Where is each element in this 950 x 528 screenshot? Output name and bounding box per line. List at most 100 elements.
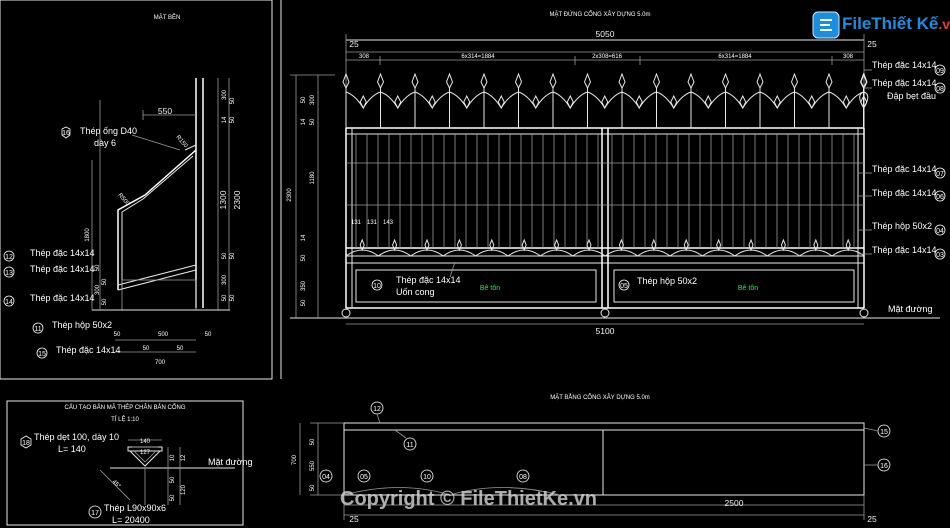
elevation-title: MẶT ĐỨNG CỔNG XÂY DỰNG 5.0m xyxy=(549,11,650,18)
detail-dim-2: 10 xyxy=(170,454,176,461)
top-arch xyxy=(656,91,692,109)
side-dim-bottom-0: 50 xyxy=(114,332,121,338)
side-section-frame xyxy=(0,0,273,380)
plan-edge-left: 25 xyxy=(349,514,359,524)
elev-dim-left-2: 14 xyxy=(301,118,307,125)
side-dim-left-3: 300 xyxy=(95,284,101,295)
svg-text:12: 12 xyxy=(5,254,13,261)
plan-overall-bottom: 2500 xyxy=(725,498,744,508)
elevation-seg-3: 6x314=1884 xyxy=(718,54,752,60)
arch-spear-icon xyxy=(497,94,505,110)
plan-edge-right: 25 xyxy=(867,514,877,524)
copyright-watermark: Copyright © FileThietKe.vn xyxy=(340,488,597,510)
finial-icon xyxy=(376,72,385,90)
side-label-16-line1: Thép ống D40 xyxy=(80,126,137,136)
elev-dim-left-8: 350 xyxy=(301,280,307,291)
top-arch xyxy=(587,91,623,109)
side-dim-right-1: 2300 xyxy=(232,190,242,209)
finial-icon xyxy=(687,72,695,90)
detail-incline: 45° xyxy=(111,479,122,490)
plan-title: MẶT BẰNG CỔNG XÂY DỰNG 5.0m xyxy=(550,393,650,401)
side-dim-right-3: 50 xyxy=(230,252,236,259)
plan-tag-08: 08 xyxy=(516,469,530,483)
detail-drawing xyxy=(99,439,235,505)
svg-text:Thép đặc 14x14: Thép đặc 14x14 xyxy=(30,248,95,258)
detail-dim-6: 50 xyxy=(170,494,176,501)
svg-text:15: 15 xyxy=(880,429,888,436)
plan-tag-15: 15 xyxy=(863,424,891,438)
finial-icon xyxy=(549,72,557,90)
side-section-title: MẶT BÊN xyxy=(154,13,181,21)
elevation-seg-0: 308 xyxy=(359,54,370,60)
elev-label-06: Thép đặc 14x14 06 xyxy=(872,188,946,202)
detail-label-17-line2: L= 20400 xyxy=(112,515,150,525)
top-arch xyxy=(828,91,864,109)
detail-ground: Mặt đường xyxy=(208,457,252,467)
elev-dim-mid-0: 131 xyxy=(351,220,362,226)
panel-label-right: Bê tôn xyxy=(738,285,758,292)
elev-dim-mid-1: 131 xyxy=(367,220,378,226)
svg-text:08: 08 xyxy=(519,474,527,481)
elevation-dims-top xyxy=(345,34,865,310)
plan-tag-10: 10 xyxy=(420,469,434,483)
plan-dim-left-1: 700 xyxy=(292,454,298,465)
svg-text:Thép đặc 14x14: Thép đặc 14x14 xyxy=(30,293,95,303)
gate-pickets xyxy=(355,134,855,248)
side-label-15: 15 Thép đặc 14x14 xyxy=(36,345,121,359)
arch-spear-icon xyxy=(704,94,712,110)
side-dim-bottom-4: 50 xyxy=(177,346,184,352)
elevation-overall-top: 5050 xyxy=(596,29,615,39)
svg-text:10: 10 xyxy=(373,283,381,290)
svg-text:Thép hộp 50x2: Thép hộp 50x2 xyxy=(637,276,697,286)
side-incline-0: R150 xyxy=(174,134,188,149)
elev-label-04: Thép hộp 50x2 04 xyxy=(872,221,946,236)
top-arch xyxy=(380,91,416,109)
side-label-13: 13 Thép đặc 14x14 xyxy=(3,264,95,278)
elev-dim-left-3: 50 xyxy=(310,118,316,125)
svg-text:15: 15 xyxy=(38,351,46,358)
top-arch xyxy=(345,91,381,109)
side-dim-right-0: 1300 xyxy=(218,190,228,209)
detail-dim-5: 120 xyxy=(181,484,187,495)
side-dim-bottom-1: 500 xyxy=(158,332,169,338)
elev-label-10-line1: Thép đặc 14x14 xyxy=(396,275,461,285)
logo-suffix: .vn xyxy=(938,16,950,32)
plan-tag-04: 04 xyxy=(319,469,333,483)
svg-text:Thép đặc 14x14: Thép đặc 14x14 xyxy=(872,245,937,255)
detail-label-18-line1: Thép dẹt 100, dày 10 xyxy=(34,432,119,442)
svg-text:11: 11 xyxy=(34,326,41,333)
logo-word2: Thiết Kế xyxy=(871,14,939,33)
plan-tag-11: 11 xyxy=(394,429,417,451)
plan-dim-left-2: 550 xyxy=(310,460,316,471)
side-dim-top-2: 50 xyxy=(230,97,236,104)
gate-top-arches xyxy=(345,91,869,110)
side-dim-right-6: 50 xyxy=(230,294,236,301)
top-arch xyxy=(759,91,795,109)
arch-spear-icon xyxy=(842,94,850,110)
elev-dim-left-6: 14 xyxy=(301,234,307,241)
side-label-16-line2: dày 6 xyxy=(94,138,116,148)
svg-text:Thép đặc 14x14: Thép đặc 14x14 xyxy=(30,264,95,274)
detail-dim-4: 50 xyxy=(170,476,176,483)
arch-spear-icon xyxy=(394,94,402,110)
finial-icon xyxy=(583,72,592,90)
svg-text:Thép đặc 14x14: Thép đặc 14x14 xyxy=(56,345,121,355)
side-dim-bottom-5: 700 xyxy=(155,360,166,366)
gate-finials xyxy=(342,72,868,128)
svg-text:Thép hộp 50x2: Thép hộp 50x2 xyxy=(52,320,112,330)
side-dim-right-4: 300 xyxy=(222,274,228,285)
svg-text:17: 17 xyxy=(91,510,99,517)
top-arch xyxy=(794,91,830,109)
detail-dim-0: 140 xyxy=(140,439,151,445)
detail-label-18-line2: L= 140 xyxy=(58,444,86,454)
elev-dim-left-5: 2300 xyxy=(287,188,293,202)
finial-icon xyxy=(618,72,626,90)
detail-title: CẤU TẠO BẢN MÃ THÉP CHÂN BẢN CỔNG xyxy=(64,404,185,411)
side-dim-right-2: 50 xyxy=(222,252,228,259)
elev-dim-mid-2: 143 xyxy=(383,220,394,226)
side-section-drawing xyxy=(91,78,230,353)
elev-label-10-line2: Uốn cong xyxy=(396,287,435,297)
elev-dim-left-9: 50 xyxy=(301,299,307,306)
elev-dim-left-4: 1180 xyxy=(310,171,316,185)
side-label-14: 14 Thép đặc 14x14 xyxy=(3,293,95,307)
